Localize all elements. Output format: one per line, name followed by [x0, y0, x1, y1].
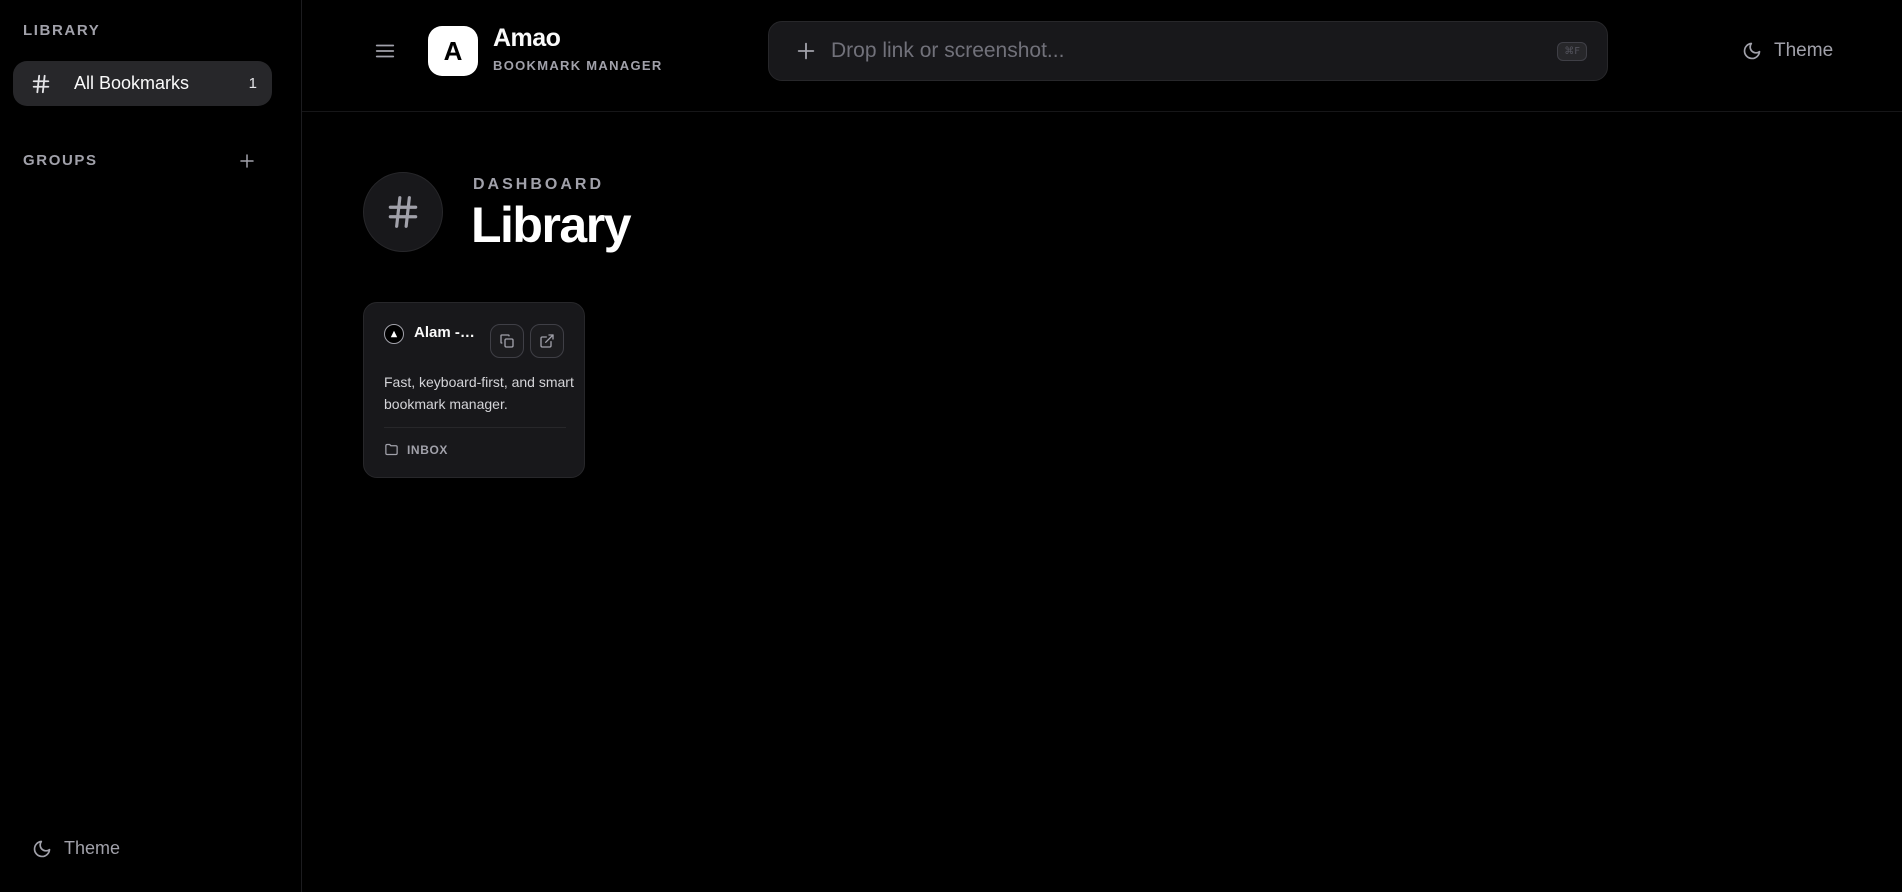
page-eyebrow: DASHBOARD: [473, 176, 604, 193]
library-section-title: LIBRARY: [23, 22, 101, 39]
page-icon: [363, 172, 443, 252]
external-link-icon: [540, 334, 554, 348]
add-group-button[interactable]: [236, 150, 258, 172]
page-title: Library: [471, 197, 632, 253]
sidebar-item-all-bookmarks[interactable]: All Bookmarks 1: [13, 61, 272, 106]
hash-icon: [388, 196, 418, 228]
sidebar: LIBRARY All Bookmarks 1 GROUPS Theme: [0, 0, 302, 892]
bookmark-folder-tag[interactable]: INBOX: [384, 442, 448, 457]
header-theme-toggle[interactable]: Theme: [1742, 40, 1833, 62]
groups-section-title: GROUPS: [23, 152, 98, 169]
app-root: LIBRARY All Bookmarks 1 GROUPS Theme A A…: [0, 0, 1902, 892]
plus-icon: [797, 42, 815, 60]
app-subtitle: BOOKMARK MANAGER: [493, 58, 663, 73]
add-bookmark-input[interactable]: [831, 39, 1558, 63]
favicon-icon: [384, 324, 404, 344]
folder-icon: [385, 443, 398, 456]
hamburger-menu-icon: [375, 44, 395, 58]
bookmark-description: Fast, keyboard-first, and smart bookmark…: [384, 374, 574, 412]
bookmark-title[interactable]: Alam - Fast, keyboard-first, and smart b…: [414, 324, 478, 341]
open-link-button[interactable]: [530, 324, 564, 358]
folder-label: INBOX: [407, 442, 449, 457]
sidebar-theme-label: Theme: [64, 838, 121, 858]
plus-icon: [240, 154, 254, 168]
hash-icon: [32, 74, 50, 93]
moon-icon: [1743, 42, 1761, 60]
card-divider: [384, 427, 566, 428]
top-header: A Amao BOOKMARK MANAGER ⌘F Theme: [302, 0, 1902, 112]
sidebar-theme-toggle[interactable]: Theme: [32, 838, 120, 859]
copy-link-button[interactable]: [490, 324, 524, 358]
copy-icon: [500, 334, 514, 348]
app-name: Amao: [493, 24, 561, 52]
sidebar-item-label: All Bookmarks: [74, 73, 190, 93]
add-bookmark-bar[interactable]: ⌘F: [768, 21, 1608, 81]
sidebar-item-count: 1: [248, 75, 257, 92]
shortcut-badge: ⌘F: [1557, 41, 1587, 61]
menu-toggle-button[interactable]: [372, 38, 398, 64]
bookmark-card[interactable]: Alam - Fast, keyboard-first, and smart b…: [363, 302, 585, 478]
moon-icon: [33, 840, 51, 857]
app-logo: A: [428, 26, 478, 76]
header-theme-label: Theme: [1774, 40, 1834, 61]
